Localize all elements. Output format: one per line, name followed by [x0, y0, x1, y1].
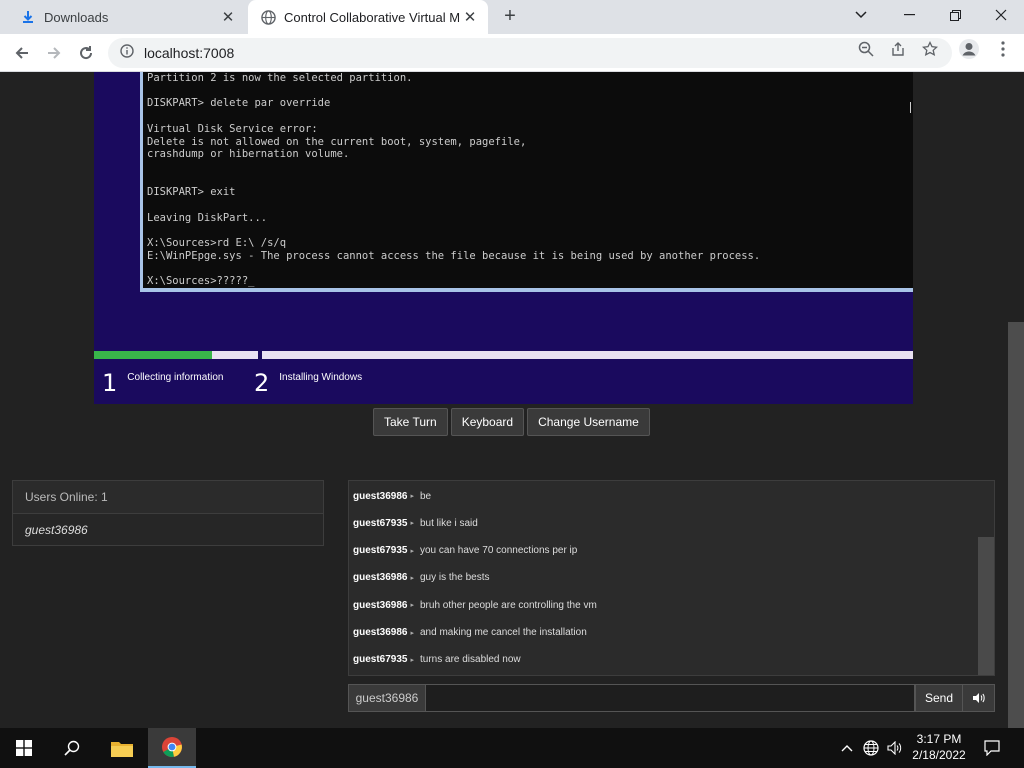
menu-kebab-icon[interactable] — [994, 40, 1012, 58]
chat-message-text: and making me cancel the installation — [420, 627, 587, 638]
globe-icon — [260, 9, 276, 25]
restore-button[interactable] — [932, 0, 978, 30]
step-label: Installing Windows — [279, 372, 363, 383]
zoom-icon[interactable] — [857, 40, 875, 58]
step-label: Collecting information — [127, 372, 224, 383]
back-button[interactable] — [8, 39, 36, 67]
tab-collabvm[interactable]: Control Collaborative Virtual Mac ✕ — [248, 0, 488, 34]
address-bar[interactable]: localhost:7008 — [108, 38, 952, 68]
chat-username[interactable]: guest67935 — [353, 545, 407, 556]
download-icon — [20, 9, 36, 25]
setup-progress-bar — [94, 351, 913, 359]
tab-title: Downloads — [44, 9, 109, 25]
arrow-right-icon: ▸ — [410, 629, 414, 637]
chat-scrollbar[interactable] — [978, 537, 994, 675]
page-scrollbar[interactable] — [1008, 322, 1024, 728]
chat-message-text: guy is the bests — [420, 572, 490, 584]
arrow-right-icon: ▸ — [410, 574, 414, 582]
notification-center-icon[interactable] — [980, 728, 1004, 768]
chat-username[interactable]: guest36986 — [353, 600, 407, 611]
chrome-icon[interactable] — [148, 728, 196, 768]
file-explorer-icon[interactable] — [98, 728, 146, 768]
clock-time: 3:17 PM — [916, 732, 962, 746]
chat-message: guest36986 ▸ be — [353, 489, 431, 503]
text-cursor — [910, 102, 911, 113]
close-tab-icon[interactable]: ✕ — [218, 8, 238, 26]
show-hidden-icons-chevron-icon[interactable] — [838, 728, 856, 768]
share-icon[interactable] — [889, 40, 907, 58]
chat-username[interactable]: guest36986 — [353, 627, 407, 638]
minimize-button[interactable] — [886, 0, 932, 30]
chat-username[interactable]: guest67935 — [353, 654, 407, 665]
arrow-right-icon: ▸ — [410, 656, 414, 664]
chat-message: guest36986 ▸ bruh other people are control… — [353, 598, 597, 612]
vm-display[interactable]: Partition 2 is now the selected partitio… — [94, 72, 913, 404]
chat-message-text: be — [420, 490, 432, 502]
chat-message: guest36986 ▸ guy is the bests — [353, 571, 489, 585]
tab-downloads[interactable]: Downloads ✕ — [8, 0, 246, 34]
chat-message: guest67935 ▸ turns are disabled now — [353, 653, 521, 667]
clock-date: 2/18/2022 — [912, 748, 966, 762]
setup-step-1: 1 Collecting information — [102, 368, 223, 398]
change-username-button[interactable]: Change Username — [527, 408, 650, 436]
url-text: localhost:7008 — [144, 45, 235, 61]
browser-tab-strip: Downloads ✕ Control Collaborative Virtua… — [0, 0, 1024, 34]
chat-panel[interactable]: guest36986 ▸ be guest67935 ▸ but like i said g… — [348, 480, 995, 676]
keyboard-button[interactable]: Keyboard — [450, 408, 525, 436]
chat-message: guest67935 ▸ but like i said — [353, 516, 478, 530]
windows-start-icon[interactable] — [0, 728, 48, 768]
chat-username[interactable]: guest36986 — [353, 491, 407, 502]
users-online-panel: Users Online: 1 guest36986 — [12, 480, 324, 546]
profile-avatar-icon[interactable] — [958, 38, 980, 60]
volume-icon[interactable] — [884, 728, 906, 768]
chat-message: guest67935 ▸ you can have 70 connections p… — [353, 544, 577, 558]
search-icon[interactable] — [48, 728, 96, 768]
system-clock[interactable]: 3:17 PM 2/18/2022 — [904, 731, 974, 763]
step-number: 1 — [102, 369, 118, 397]
info-icon[interactable] — [120, 43, 134, 63]
progress-segment-1 — [94, 351, 258, 359]
chat-input[interactable] — [426, 684, 915, 712]
browser-toolbar: localhost:7008 — [0, 34, 1024, 72]
users-online-header: Users Online: 1 — [13, 481, 323, 514]
command-prompt-window[interactable]: Partition 2 is now the selected partitio… — [140, 72, 913, 292]
chat-input-row: guest36986 Send — [348, 684, 995, 712]
progress-segment-2 — [262, 351, 913, 359]
progress-fill — [94, 351, 213, 359]
step-number: 2 — [254, 369, 270, 397]
network-globe-icon[interactable] — [860, 728, 882, 768]
chat-message-text: bruh other people are controlling the vm — [420, 599, 597, 611]
close-window-button[interactable] — [978, 0, 1024, 30]
chat-message-text: you can have 70 connections per ip — [420, 545, 578, 557]
send-button[interactable]: Send — [915, 684, 963, 712]
console-output: Partition 2 is now the selected partitio… — [147, 72, 761, 288]
tab-search-icon[interactable] — [838, 0, 884, 30]
chat-message-text: but like i said — [420, 517, 478, 529]
close-tab-icon[interactable]: ✕ — [460, 8, 480, 26]
user-list-item[interactable]: guest36986 — [13, 514, 323, 545]
chat-message-text: turns are disabled now — [420, 654, 521, 666]
chat-message: guest36986 ▸ and making me cancel the inst… — [353, 626, 587, 640]
reload-button[interactable] — [72, 39, 100, 67]
speaker-icon[interactable] — [963, 684, 995, 712]
setup-step-2: 2 Installing Windows — [254, 368, 362, 398]
taskbar: 3:17 PM 2/18/2022 — [0, 728, 1024, 768]
take-turn-button[interactable]: Take Turn — [373, 408, 448, 436]
bookmark-star-icon[interactable] — [921, 40, 939, 58]
collabvm-page: Partition 2 is now the selected partitio… — [0, 72, 1024, 728]
arrow-right-icon: ▸ — [410, 493, 414, 500]
new-tab-button[interactable]: + — [498, 4, 522, 28]
tab-title: Control Collaborative Virtual Mac — [284, 9, 460, 25]
arrow-right-icon: ▸ — [410, 602, 414, 610]
chat-username[interactable]: guest67935 — [353, 518, 407, 529]
username-label: guest36986 — [348, 684, 426, 712]
forward-button[interactable] — [40, 39, 68, 67]
chat-username[interactable]: guest36986 — [353, 572, 407, 583]
vm-controls: Take Turn Keyboard Change Username — [373, 408, 650, 436]
arrow-right-icon: ▸ — [410, 520, 414, 528]
arrow-right-icon: ▸ — [410, 547, 414, 555]
